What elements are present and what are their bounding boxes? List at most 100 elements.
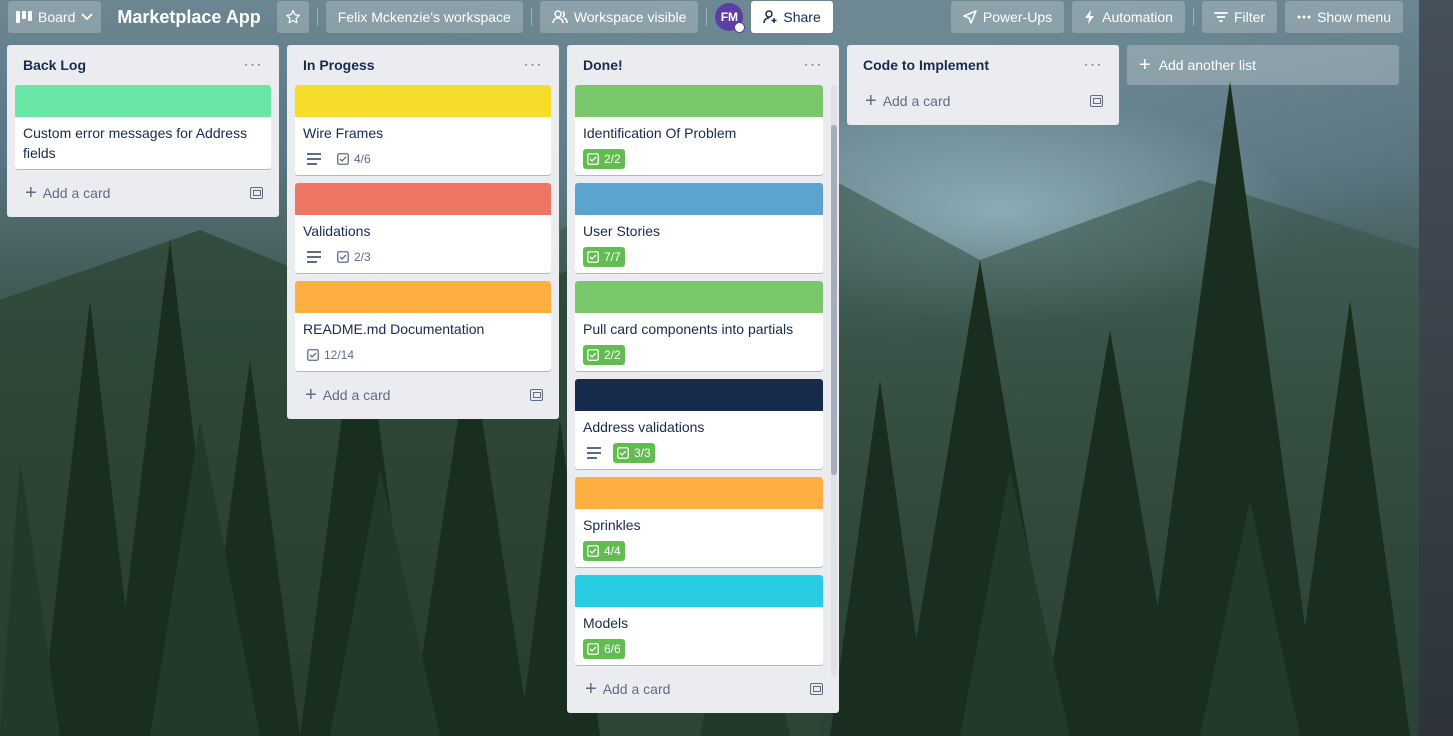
add-card-button[interactable]: + Add a card — [15, 177, 271, 209]
checklist-icon — [307, 349, 319, 361]
checklist-badge: 12/14 — [303, 345, 358, 365]
card-cover — [575, 183, 823, 215]
list-title[interactable]: Code to Implement — [863, 57, 989, 73]
checklist-icon — [617, 447, 629, 459]
checklist-count: 2/3 — [354, 250, 371, 264]
template-icon[interactable] — [810, 683, 823, 695]
card-cover — [575, 379, 823, 411]
checklist-count: 2/2 — [604, 152, 621, 166]
card-address-validations[interactable]: Address validations 3/3 — [575, 379, 823, 469]
card-title: Models — [583, 615, 629, 631]
template-icon[interactable] — [1090, 95, 1103, 107]
plus-icon: + — [25, 182, 37, 204]
card-cover — [575, 477, 823, 509]
card-user-stories[interactable]: User Stories 7/7 — [575, 183, 823, 273]
checklist-icon — [587, 643, 599, 655]
card-readme-documentation[interactable]: README.md Documentation 12/14 — [295, 281, 551, 371]
list-title[interactable]: Back Log — [23, 57, 86, 73]
filter-button[interactable]: Filter — [1201, 1, 1278, 33]
checklist-count: 12/14 — [324, 348, 355, 362]
list-title[interactable]: Done! — [583, 57, 623, 73]
add-card-button[interactable]: + Add a card — [855, 85, 1111, 117]
card-cover — [575, 575, 823, 607]
header-divider — [530, 8, 532, 26]
list-in-progess: In Progess ··· Wire Frames 4/6 Validatio… — [287, 45, 559, 419]
list-menu-icon[interactable]: ··· — [241, 53, 265, 77]
card-title: Address validations — [583, 419, 705, 435]
list-menu-icon[interactable]: ··· — [521, 53, 545, 77]
list-menu-icon[interactable]: ··· — [801, 53, 825, 77]
board-switcher-button[interactable]: Board — [8, 1, 102, 33]
card-title: Pull card components into partials — [583, 321, 794, 337]
card-cover — [15, 85, 271, 117]
checklist-badge: 2/2 — [583, 149, 625, 169]
template-icon[interactable] — [530, 389, 543, 401]
plus-icon: + — [305, 384, 317, 406]
checklist-count: 4/6 — [354, 152, 371, 166]
card-cover — [295, 281, 551, 313]
card-cover — [295, 183, 551, 215]
list-scrollbar[interactable] — [831, 85, 837, 677]
header-divider — [316, 8, 318, 26]
power-ups-button[interactable]: Power-Ups — [950, 1, 1065, 33]
automation-label: Automation — [1102, 9, 1173, 25]
list-title[interactable]: In Progess — [303, 57, 375, 73]
workspace-button[interactable]: Felix Mckenzie's workspace — [325, 1, 523, 33]
checklist-count: 3/3 — [634, 446, 651, 460]
board-switcher-label: Board — [38, 9, 76, 25]
list-menu-icon[interactable]: ··· — [1081, 53, 1105, 77]
template-icon[interactable] — [250, 187, 263, 199]
member-avatar[interactable]: FM — [715, 3, 746, 33]
checklist-icon — [587, 349, 599, 361]
filter-icon — [1214, 11, 1228, 23]
add-list-label: Add another list — [1158, 57, 1256, 73]
scrollbar-thumb[interactable] — [831, 125, 837, 475]
card-title: Wire Frames — [303, 125, 384, 141]
automation-button[interactable]: Automation — [1072, 1, 1185, 33]
list-back-log: Back Log ··· Custom error messages for A… — [7, 45, 279, 217]
board-header: Board Marketplace App Felix Mckenzie's w… — [0, 0, 1453, 34]
add-card-label: Add a card — [42, 185, 111, 201]
board-title[interactable]: Marketplace App — [109, 7, 268, 28]
plus-icon: + — [1139, 54, 1151, 76]
share-label: Share — [783, 9, 821, 25]
card-title: Validations — [303, 223, 371, 239]
card-title: Custom error messages for Address fields — [23, 125, 248, 161]
card-validations[interactable]: Validations 2/3 — [295, 183, 551, 273]
description-icon — [307, 153, 321, 165]
window-edge — [1419, 0, 1453, 736]
list-header: In Progess ··· — [295, 45, 551, 85]
checklist-count: 7/7 — [604, 250, 621, 264]
card-title: README.md Documentation — [303, 321, 485, 337]
share-person-icon — [763, 10, 777, 24]
checklist-icon — [587, 153, 599, 165]
admin-badge-icon — [734, 22, 746, 33]
card-pull-card-components[interactable]: Pull card components into partials 2/2 — [575, 281, 823, 371]
visibility-button[interactable]: Workspace visible — [539, 1, 699, 33]
star-board-button[interactable] — [276, 1, 309, 33]
card-custom-error-messages[interactable]: Custom error messages for Address fields — [15, 85, 271, 169]
add-card-button[interactable]: + Add a card — [295, 379, 551, 411]
description-icon — [307, 251, 321, 263]
card-models[interactable]: Models 6/6 — [575, 575, 823, 665]
star-icon — [285, 9, 301, 25]
card-title: User Stories — [583, 223, 661, 239]
list-header: Done! ··· — [575, 45, 831, 85]
rocket-icon — [963, 10, 977, 24]
dots-icon — [1297, 15, 1311, 19]
card-identification-of-problem[interactable]: Identification Of Problem 2/2 — [575, 85, 823, 175]
card-wire-frames[interactable]: Wire Frames 4/6 — [295, 85, 551, 175]
add-card-button[interactable]: + Add a card — [575, 673, 831, 705]
card-title: Identification Of Problem — [583, 125, 737, 141]
card-sprinkles[interactable]: Sprinkles 4/4 — [575, 477, 823, 567]
chevron-down-icon — [81, 13, 93, 21]
header-divider — [706, 8, 708, 26]
list-header: Code to Implement ··· — [855, 45, 1111, 85]
show-menu-label: Show menu — [1317, 9, 1391, 25]
checklist-badge: 7/7 — [583, 247, 625, 267]
add-list-button[interactable]: + Add another list — [1127, 45, 1399, 85]
share-button[interactable]: Share — [751, 1, 833, 33]
checklist-badge: 2/3 — [333, 247, 375, 267]
visibility-label: Workspace visible — [573, 9, 687, 25]
show-menu-button[interactable]: Show menu — [1285, 1, 1403, 33]
